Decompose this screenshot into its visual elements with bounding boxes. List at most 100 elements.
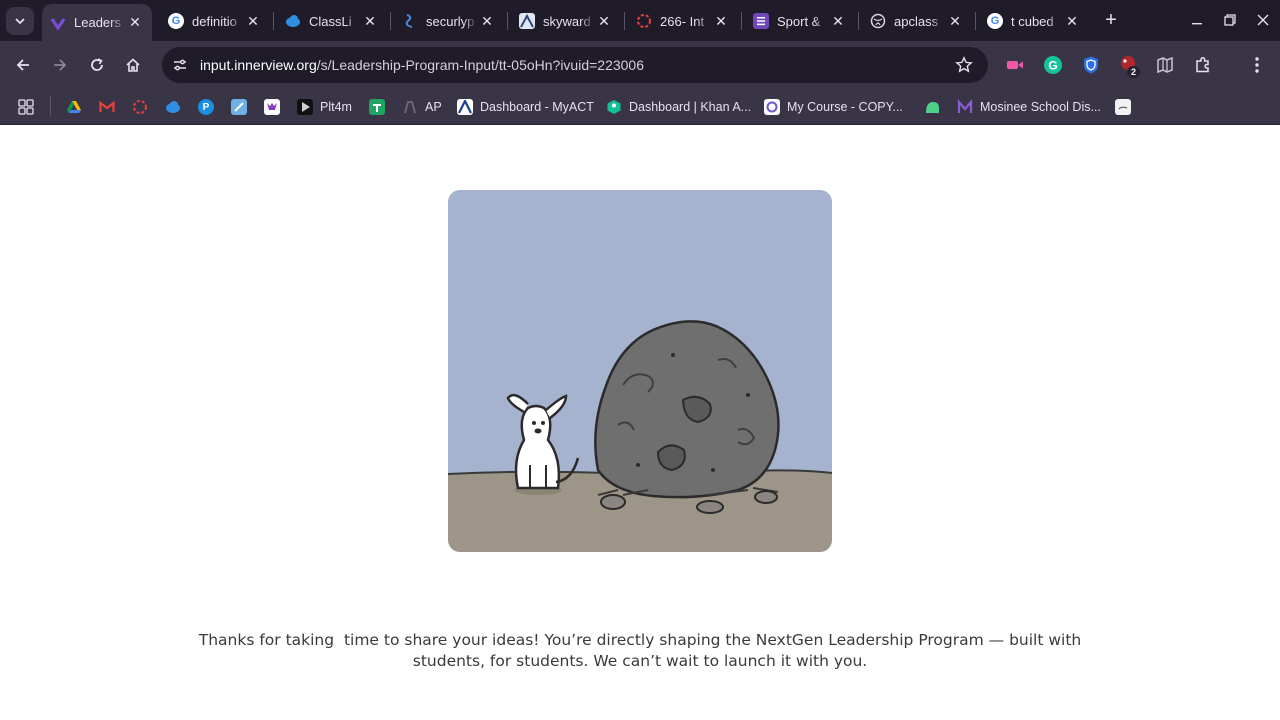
close-tab-icon[interactable]: ✕ [595,12,613,30]
bookmark-khan[interactable]: Dashboard | Khan A... [606,95,751,119]
bookmark-label: Plt4m [320,100,352,114]
tab-skyward[interactable]: skyward ✕ [511,6,621,36]
mosinee-icon [957,99,973,115]
star-icon [955,56,973,73]
dog-and-boulder-illustration [448,190,832,552]
ap-icon [402,99,418,115]
tab-separator [273,12,274,30]
restore-button[interactable] [1213,6,1247,34]
tab-sport[interactable]: Sport & ✕ [745,6,855,36]
tab-title: definitio [192,13,237,29]
bookmarks-separator [50,96,51,116]
new-tab-button[interactable]: + [1100,9,1122,31]
extension-screencast-button[interactable] [1004,54,1026,76]
innerview-icon [50,15,66,31]
cat-icon [264,99,280,115]
skyward-icon [519,13,535,29]
close-tab-icon[interactable]: ✕ [946,12,964,30]
tab-title: t cubed [1011,13,1054,29]
tab-apclass[interactable]: apclass ✕ [862,6,972,36]
bookmark-cat[interactable] [264,95,287,119]
bookmark-star-button[interactable] [954,55,974,75]
bookmark-plt4m[interactable]: Plt4m [297,95,352,119]
close-window-button[interactable] [1246,6,1280,34]
tab-separator [624,12,625,30]
close-tab-icon[interactable]: ✕ [1063,12,1081,30]
green-blob-icon [924,99,940,115]
pearson-icon: P [198,99,214,115]
close-tab-icon[interactable]: ✕ [829,12,847,30]
tab-securly[interactable]: securlyp ✕ [394,6,504,36]
close-tab-icon[interactable]: ✕ [712,12,730,30]
bookmark-pearson[interactable]: P [198,95,221,119]
browser-toolbar: input.innerview.org/s/Leadership-Program… [0,41,1280,89]
browser-chrome: Leaders ✕ G definitio ✕ ClassLi ✕ securl… [0,0,1280,125]
extension-grammarly-button[interactable]: G [1042,54,1064,76]
reload-button[interactable] [84,52,110,78]
bookmark-label: My Course - COPY... [787,100,903,114]
tab-separator [390,12,391,30]
restore-icon [1224,14,1236,26]
tab-classlink[interactable]: ClassLi ✕ [277,6,387,36]
bookmark-doc[interactable] [1115,95,1138,119]
kebab-menu-icon [1255,57,1259,73]
tab-title: Sport & [777,13,821,29]
google-icon: G [168,13,184,29]
extensions-button[interactable] [1192,54,1214,76]
menu-button[interactable] [1246,54,1268,76]
tab-266[interactable]: 266- Int ✕ [628,6,738,36]
bookmark-ring[interactable] [132,95,155,119]
bookmark-classlink[interactable] [165,95,188,119]
tab-strip: Leaders ✕ G definitio ✕ ClassLi ✕ securl… [0,0,1280,41]
extension-badge-count: 2 [1127,66,1141,78]
tab-title: skyward [543,13,591,29]
bookmark-gmail[interactable] [99,95,122,119]
bookmark-app[interactable] [231,95,254,119]
bookmark-green[interactable] [924,95,947,119]
bookmark-myact[interactable]: Dashboard - MyACT [457,95,594,119]
classlink-icon [165,99,181,115]
globe-icon [870,13,886,29]
apps-grid-icon [18,99,34,115]
apps-button[interactable] [18,95,34,119]
tab-definition[interactable]: G definitio ✕ [160,6,270,36]
extension-shield-button[interactable] [1080,54,1102,76]
home-icon [126,58,140,72]
bookmark-drive[interactable] [66,95,89,119]
tab-t-cubed[interactable]: G t cubed ✕ [979,6,1089,36]
tab-separator [507,12,508,30]
form-icon [753,13,769,29]
close-tab-icon[interactable]: ✕ [478,12,496,30]
bookmark-label: Dashboard | Khan A... [629,100,752,114]
tab-title: Leaders [74,15,121,30]
extension-map-button[interactable] [1154,54,1176,76]
back-button[interactable] [10,52,36,78]
bookmark-my-course[interactable]: My Course - COPY... [764,95,903,119]
puzzle-icon [1196,56,1209,73]
tab-title: securlyp [426,13,475,29]
minimize-icon [1192,23,1202,25]
forward-button[interactable] [47,52,73,78]
minimize-button[interactable] [1180,6,1214,34]
url-text: input.innerview.org/s/Leadership-Program… [200,57,644,73]
tab-search-button[interactable] [6,7,34,35]
khan-icon [606,99,622,115]
close-tab-icon[interactable]: ✕ [361,12,379,30]
url-host: input.innerview.org [200,57,317,73]
close-tab-icon[interactable]: ✕ [244,12,262,30]
shield-icon [1084,56,1098,74]
bookmark-mosinee[interactable]: Mosinee School Dis... [957,95,1101,119]
arrow-left-icon [16,59,29,71]
site-settings-icon[interactable] [170,55,190,75]
extension-badge-button[interactable]: 2 [1118,54,1141,78]
ring-icon [132,99,148,115]
bookmark-ap[interactable]: AP [402,95,442,119]
bookmarks-bar: P Plt4m AP Dashboard - MyACT Dashboard |… [0,89,1280,125]
address-bar[interactable]: input.innerview.org/s/Leadership-Program… [162,47,988,83]
bookmark-sheets[interactable] [369,95,392,119]
close-tab-icon[interactable]: ✕ [126,14,144,32]
tab-title: 266- Int [660,13,705,29]
home-button[interactable] [120,52,146,78]
tab-leadership[interactable]: Leaders ✕ [42,4,152,41]
plt4m-icon [297,99,313,115]
